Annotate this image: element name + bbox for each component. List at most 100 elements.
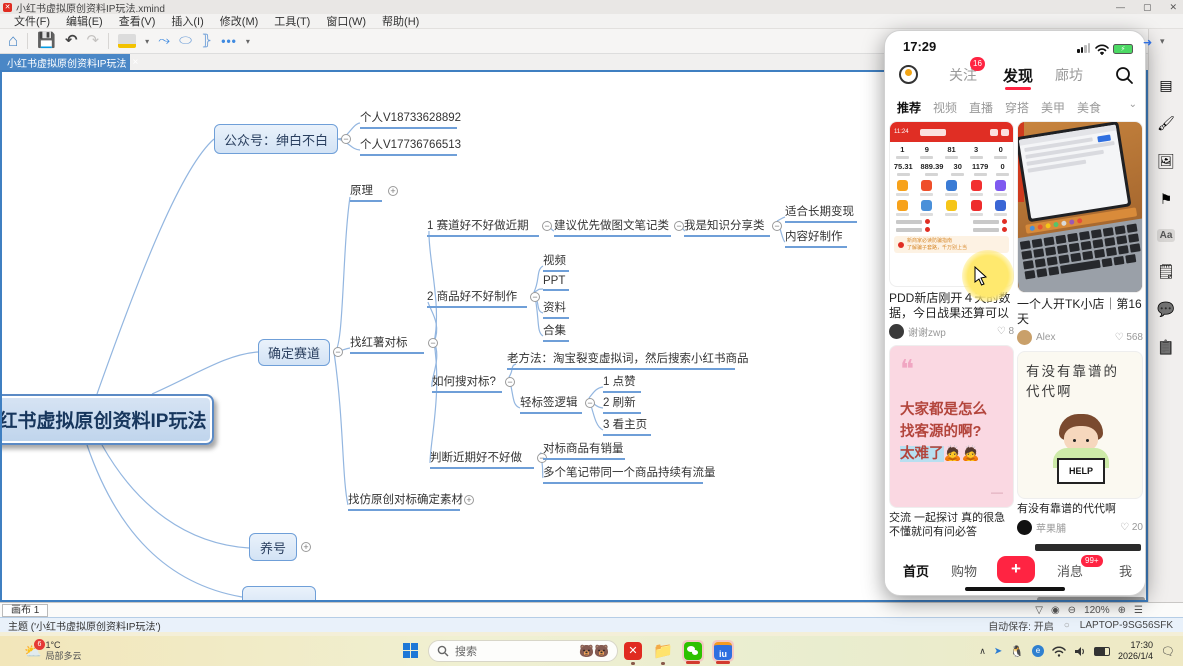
mindmap-node[interactable]: 1 点赞 — [603, 373, 641, 393]
search-highlight-icon[interactable]: 🐻🐻 — [579, 644, 609, 658]
home-icon[interactable]: ⌂ — [8, 31, 18, 51]
more-tools-button[interactable]: ••• — [221, 34, 237, 48]
card-caption[interactable]: 有没有靠谱的代代啊 — [1017, 503, 1143, 517]
expander-icon[interactable]: − — [530, 292, 540, 302]
mindmap-node[interactable]: 内容好制作 — [785, 228, 847, 248]
label-icon[interactable]: Aa — [1157, 229, 1176, 242]
mindmap-node[interactable]: 轻标签逻辑 — [520, 394, 582, 414]
author-name[interactable]: 谢谢zwp — [908, 324, 946, 339]
task-clipboard-icon[interactable]: 📋 — [1157, 339, 1174, 356]
tab-close-icon[interactable]: × — [132, 57, 138, 68]
avatar[interactable] — [889, 324, 904, 339]
nav-messages[interactable]: 消息 — [1057, 561, 1083, 580]
like-count[interactable]: ♡ 20 — [1120, 522, 1143, 533]
mindmap-node[interactable]: 视频 — [543, 252, 569, 272]
taskbar-xmind-icon[interactable]: ✕ — [622, 640, 644, 662]
mindmap-node[interactable]: 判断近期好不好做 — [430, 449, 534, 469]
tab-active-document[interactable]: 小红书虚拟原创资料IP玩法 × — [0, 54, 130, 70]
chevron-down-icon[interactable]: ⌄ — [1129, 99, 1137, 110]
format-painter-icon[interactable] — [118, 34, 136, 48]
expander-icon[interactable]: − — [333, 347, 343, 357]
category-0[interactable]: 推荐 — [897, 99, 921, 116]
like-count[interactable]: ♡ 8 — [997, 326, 1014, 337]
creator-camera-icon[interactable] — [899, 65, 918, 84]
mindmap-node[interactable]: 个人V17736766513 — [360, 136, 457, 156]
brush-icon[interactable]: 🖌 — [1157, 115, 1175, 132]
zoom-in-icon[interactable]: ⊕ — [1118, 605, 1126, 616]
taskbar-iu-app-icon[interactable]: iu — [712, 640, 734, 662]
taskbar-wechat-icon[interactable] — [682, 640, 704, 662]
undo-icon[interactable]: ↶ — [65, 31, 78, 51]
category-4[interactable]: 美甲 — [1041, 99, 1065, 116]
mindmap-node[interactable]: 老方法：淘宝裂变虚拟词，然后搜索小红书商品 — [507, 350, 735, 370]
mindmap-node[interactable]: 个人V18733628892 — [360, 109, 457, 129]
expander-icon[interactable]: + — [388, 186, 398, 196]
expander-icon[interactable]: − — [341, 134, 351, 144]
tab-city[interactable]: 廊坊 — [1055, 65, 1083, 85]
mindmap-node[interactable] — [242, 586, 316, 602]
taskbar-explorer-icon[interactable]: 📁 — [652, 640, 674, 662]
nav-shop[interactable]: 购物 — [951, 561, 977, 580]
tray-volume-icon[interactable] — [1074, 646, 1086, 657]
weather-widget[interactable]: ⛅6 1°C局部多云 — [24, 640, 81, 662]
expander-icon[interactable]: + — [464, 495, 474, 505]
tray-wifi-icon[interactable] — [1052, 646, 1066, 657]
tray-location-icon[interactable]: ➤ — [994, 646, 1002, 657]
image-icon[interactable]: 🖼 — [1157, 153, 1175, 170]
mindmap-node[interactable]: 资料 — [543, 299, 569, 319]
mindmap-node[interactable]: 如何搜对标? — [432, 373, 502, 393]
expander-icon[interactable]: − — [505, 377, 515, 387]
card-caption[interactable]: 交流 一起探讨 真的很急 不懂就问有问必答 — [889, 512, 1014, 540]
mindmap-node[interactable]: 适合长期变现 — [785, 203, 857, 223]
summary-icon[interactable]: ⦄ — [201, 31, 212, 51]
phone-mirror-window[interactable]: 17:29 ⚡ 关注 16 发现 廊坊 ⌄ 推荐视频直播穿搭美甲美食 11:24 — [884, 30, 1146, 596]
menu-item-5[interactable]: 工具(T) — [266, 13, 318, 29]
expander-icon[interactable]: − — [428, 338, 438, 348]
category-2[interactable]: 直播 — [969, 99, 993, 116]
menu-item-6[interactable]: 窗口(W) — [318, 13, 374, 29]
nav-me[interactable]: 我 — [1119, 561, 1132, 580]
comment-icon[interactable]: 💬 — [1157, 301, 1174, 318]
redo-icon[interactable]: ↷ — [87, 31, 100, 51]
feed-card-tk-image[interactable] — [1017, 121, 1143, 293]
mindmap-node[interactable]: 确定赛道 — [258, 339, 330, 366]
mindmap-node[interactable]: 养号 — [249, 533, 297, 561]
category-5[interactable]: 美食 — [1077, 99, 1101, 116]
pitch-mode-icon[interactable]: ◉ — [1051, 605, 1060, 616]
taskbar-search[interactable]: 搜索 🐻🐻 — [428, 640, 618, 662]
menu-item-7[interactable]: 帮助(H) — [374, 13, 427, 29]
feed-card-help-image[interactable]: 有没有靠谱的 代代啊 HELP — [1017, 351, 1143, 499]
expander-icon[interactable]: − — [585, 398, 595, 408]
home-indicator[interactable] — [965, 587, 1065, 591]
outline-icon[interactable]: ▤ — [1159, 77, 1172, 94]
category-3[interactable]: 穿搭 — [1005, 99, 1029, 116]
notification-center-icon[interactable]: 🗨 — [1161, 645, 1175, 658]
mindmap-node[interactable]: 2 刷新 — [603, 394, 641, 414]
mindmap-node[interactable]: 合集 — [543, 322, 569, 342]
tray-qq-icon[interactable]: 🐧 — [1010, 645, 1024, 658]
minimize-button[interactable]: — — [1116, 2, 1125, 12]
category-1[interactable]: 视频 — [933, 99, 957, 116]
mindmap-node[interactable]: 原理 — [350, 182, 382, 202]
mindmap-node[interactable]: 找仿原创对标确定素材 — [348, 491, 460, 511]
expander-icon[interactable]: + — [301, 542, 311, 552]
mindmap-node[interactable]: 建议优先做图文笔记类 — [554, 217, 671, 237]
mindmap-node[interactable]: PPT — [543, 275, 569, 291]
mindmap-node[interactable]: 2 商品好不好制作 — [427, 288, 527, 308]
avatar[interactable] — [1017, 330, 1032, 345]
mirror-toggle-arrow-icon[interactable]: ➜ — [1143, 36, 1152, 49]
expander-icon[interactable]: − — [772, 221, 782, 231]
mindmap-node[interactable]: 找红薯对标 — [350, 334, 424, 354]
relationship-icon[interactable]: ⤳ — [158, 31, 170, 51]
filter-icon[interactable]: ▽ — [1035, 605, 1043, 616]
marker-flag-icon[interactable]: ⚑ — [1160, 191, 1173, 208]
tray-battery-icon[interactable] — [1094, 647, 1110, 656]
menu-item-1[interactable]: 编辑(E) — [58, 13, 111, 29]
like-count[interactable]: ♡ 568 — [1115, 332, 1143, 343]
boundary-icon[interactable]: ⬭ — [179, 31, 192, 51]
author-name[interactable]: Alex — [1036, 332, 1055, 343]
sheet-tab[interactable]: 画布 1 — [2, 604, 48, 617]
mindmap-node[interactable]: 对标商品有销量 — [543, 440, 625, 460]
more-dropdown-icon[interactable]: ▾ — [246, 37, 250, 46]
format-dropdown-icon[interactable]: ▾ — [145, 37, 149, 46]
